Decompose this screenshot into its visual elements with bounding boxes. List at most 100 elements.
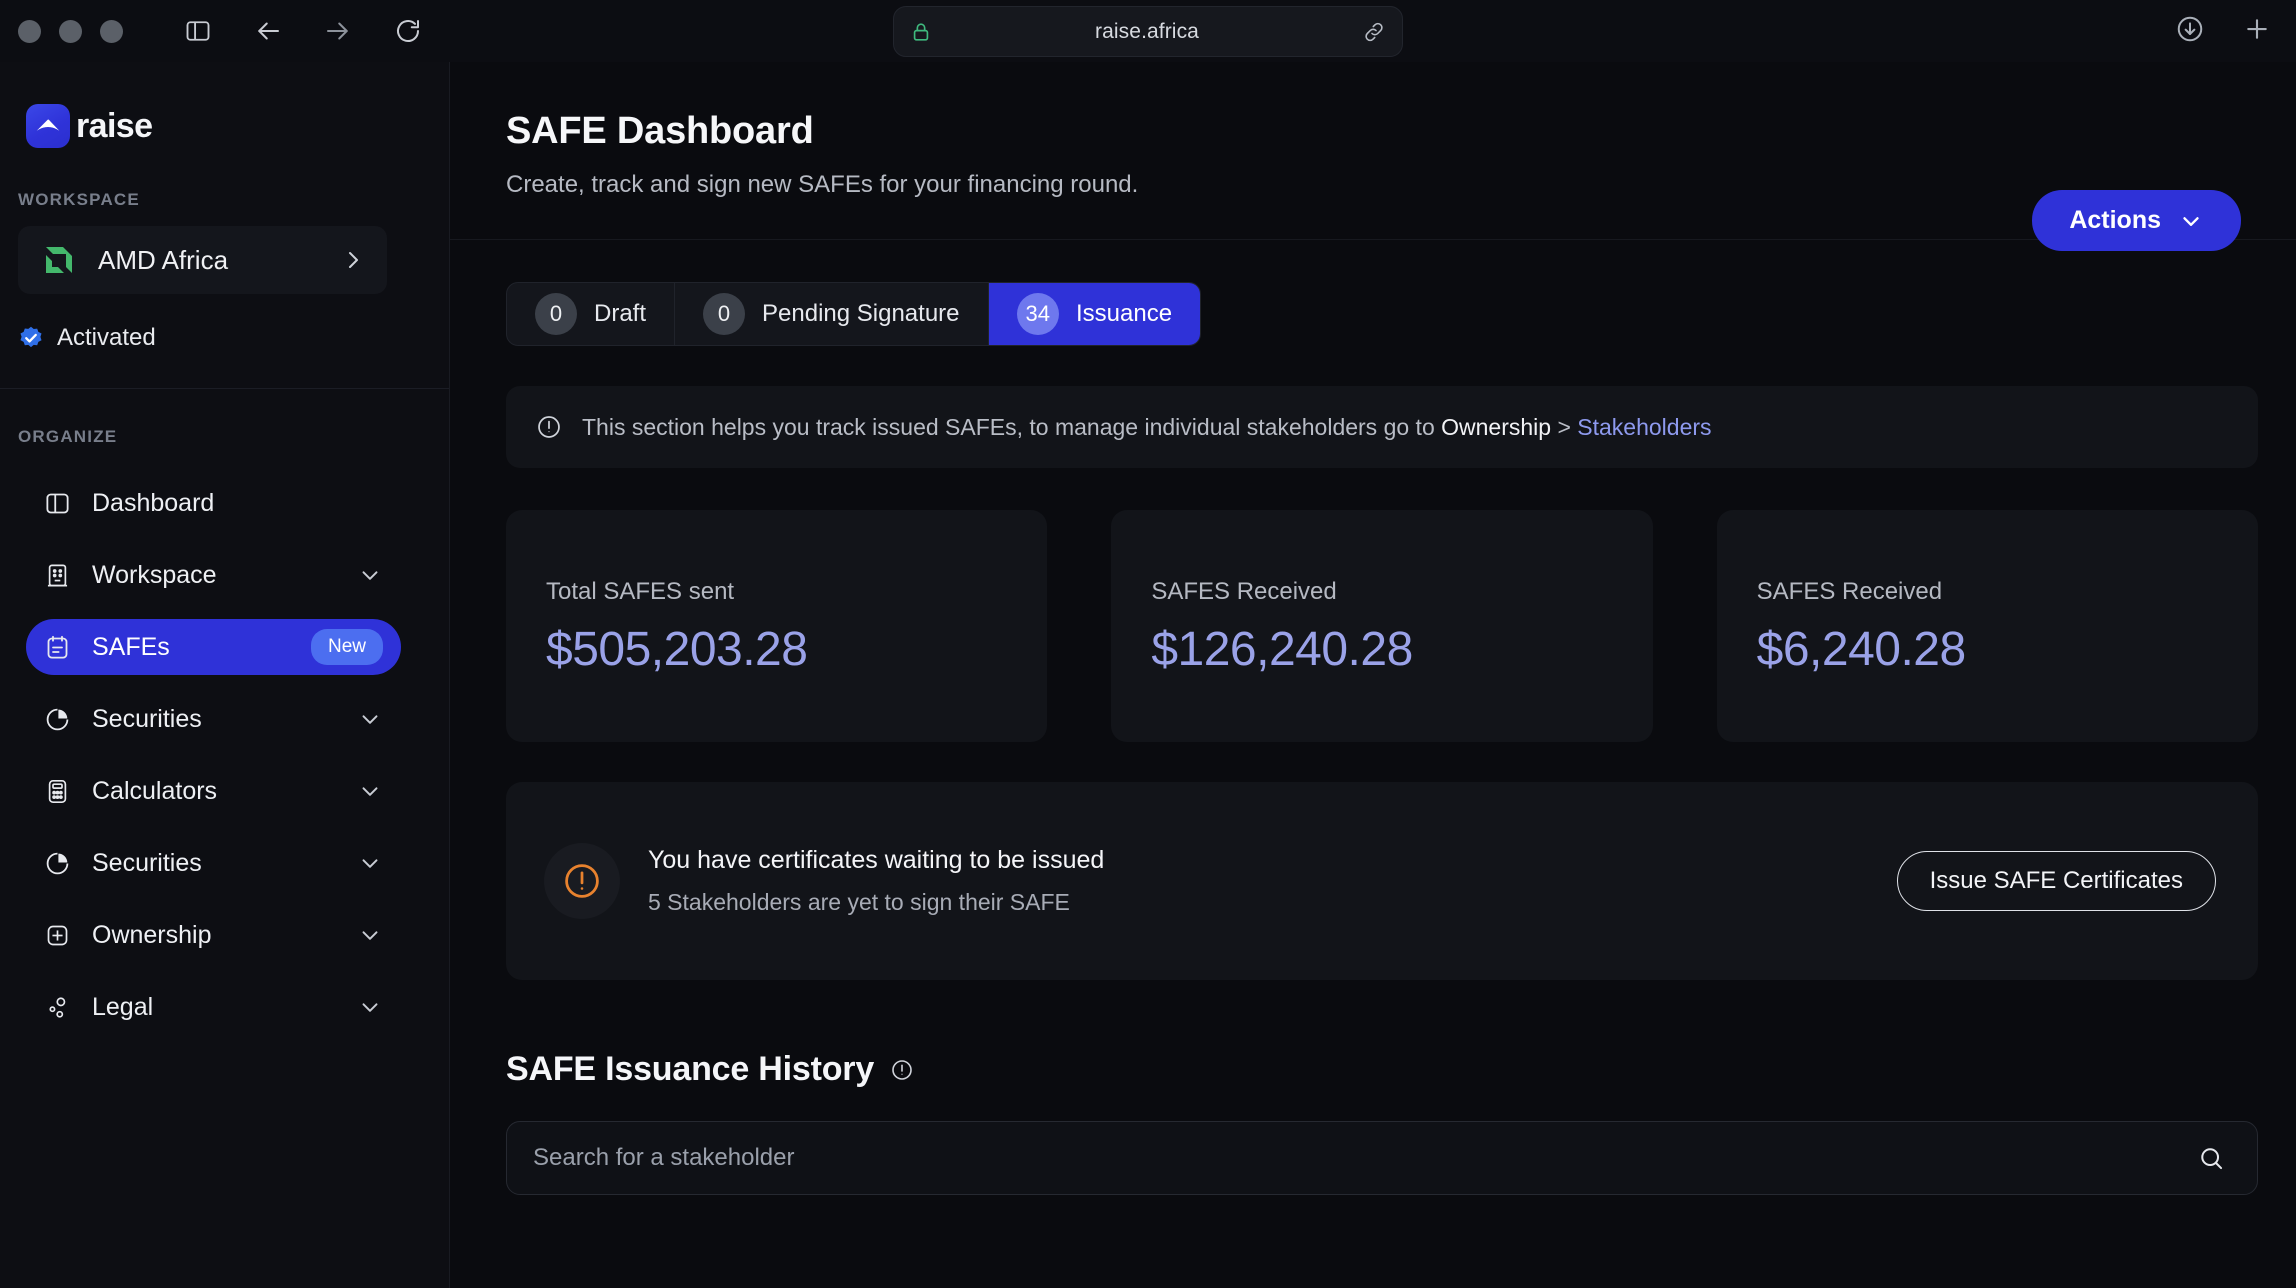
header-divider (450, 239, 2296, 240)
sidebar-item-workspace[interactable]: Workspace (26, 547, 401, 603)
sidebar-nav: Dashboard Workspace SAFEs New Securities… (0, 475, 449, 1035)
stat-card-safes-received-1: SAFES Received $126,240.28 (1111, 510, 1653, 742)
maximize-window-button[interactable] (100, 19, 123, 43)
sidebar-item-label: Securities (92, 848, 202, 877)
history-header: SAFE Issuance History (506, 1050, 2296, 1089)
chevron-right-icon (341, 248, 365, 272)
page-subtitle: Create, track and sign new SAFEs for you… (506, 171, 1139, 198)
alert-title: You have certificates waiting to be issu… (648, 846, 1105, 874)
info-banner-separator: > (1551, 413, 1578, 440)
search-icon[interactable] (2198, 1145, 2225, 1172)
stakeholder-search[interactable] (506, 1121, 2258, 1195)
sidebar-item-label: Securities (92, 704, 202, 733)
plus-icon[interactable] (2240, 12, 2274, 46)
stakeholders-link[interactable]: Stakeholders (1577, 414, 1711, 440)
circle-info-icon[interactable] (890, 1058, 914, 1082)
issue-safe-certificates-button[interactable]: Issue SAFE Certificates (1896, 851, 2216, 911)
search-input[interactable] (533, 1144, 2198, 1172)
close-window-button[interactable] (18, 19, 41, 43)
tab-label: Pending Signature (762, 300, 960, 327)
actions-button[interactable]: Actions (2032, 190, 2241, 251)
tab-count: 34 (1016, 293, 1059, 335)
organize-section-label: ORGANIZE (18, 427, 118, 446)
browser-nav-controls (181, 14, 425, 48)
chevron-down-icon[interactable] (357, 562, 383, 588)
history-title: SAFE Issuance History (506, 1050, 875, 1088)
sidebar-item-label: Dashboard (92, 488, 215, 517)
activation-status-label: Activated (57, 324, 156, 351)
tab-count: 0 (535, 293, 577, 335)
workspace-section-label: WORKSPACE (18, 190, 140, 209)
building-icon (42, 560, 72, 590)
address-bar[interactable]: raise.africa (893, 6, 1403, 57)
stat-label: SAFES Received (1151, 578, 1337, 605)
page-title: SAFE Dashboard (506, 110, 814, 152)
info-banner-text-before: This section helps you track issued SAFE… (582, 413, 1442, 440)
workspace-name: AMD Africa (98, 244, 229, 275)
sidebar-item-label: Calculators (92, 776, 218, 805)
lock-icon (910, 21, 932, 43)
chevron-down-icon[interactable] (357, 706, 383, 732)
brand-logo[interactable]: raise (0, 62, 449, 148)
nodes-icon (42, 992, 72, 1022)
pie-chart-icon (42, 704, 72, 734)
stat-value: $126,240.28 (1151, 623, 1413, 676)
pie-chart-icon (42, 848, 72, 878)
pending-certificates-alert: You have certificates waiting to be issu… (506, 782, 2258, 980)
link-share-icon[interactable] (1362, 20, 1386, 44)
sidebar-item-badge: New (310, 629, 383, 665)
tab-draft[interactable]: 0 Draft (507, 283, 676, 345)
workspace-switcher[interactable]: AMD Africa (18, 226, 387, 294)
sidebar-item-securities-1[interactable]: Securities (26, 691, 401, 747)
minimize-window-button[interactable] (59, 19, 82, 43)
alert-subtitle: 5 Stakeholders are yet to sign their SAF… (648, 889, 1070, 915)
stat-value: $6,240.28 (1756, 623, 1967, 676)
stat-value: $505,203.28 (546, 623, 808, 676)
back-arrow-icon[interactable] (251, 14, 285, 48)
calculator-icon (42, 776, 72, 806)
info-banner-text: This section helps you track issued SAFE… (582, 414, 1712, 441)
app-root: raise WORKSPACE AMD Africa Activated ORG… (0, 62, 2296, 1288)
stat-label: Total SAFES sent (546, 578, 735, 605)
info-banner: This section helps you track issued SAFE… (506, 386, 2258, 468)
sidebar-divider (0, 388, 449, 389)
panel-icon (42, 488, 72, 518)
sidebar-item-label: SAFEs (92, 632, 170, 661)
sidebar-item-dashboard[interactable]: Dashboard (26, 475, 401, 531)
sidebar-item-ownership[interactable]: Ownership (26, 907, 401, 963)
sidebar: raise WORKSPACE AMD Africa Activated ORG… (0, 62, 450, 1288)
chevron-down-icon[interactable] (357, 850, 383, 876)
warning-circle-icon (544, 843, 620, 919)
main-content: SAFE Dashboard Create, track and sign ne… (450, 62, 2296, 1288)
circle-alert-icon (536, 414, 562, 440)
sidebar-item-calculators[interactable]: Calculators (26, 763, 401, 819)
tab-count: 0 (703, 293, 746, 335)
alert-text-block: You have certificates waiting to be issu… (648, 846, 1897, 916)
tab-pending-signature[interactable]: 0 Pending Signature (675, 283, 989, 345)
info-banner-strong: Ownership (1441, 413, 1552, 440)
grid-icon (42, 920, 72, 950)
sidebar-toggle-icon[interactable] (181, 14, 215, 48)
sidebar-item-legal[interactable]: Legal (26, 979, 401, 1035)
chevron-down-icon[interactable] (357, 922, 383, 948)
reload-icon[interactable] (391, 14, 425, 48)
tab-label: Issuance (1075, 300, 1173, 327)
chevron-down-icon[interactable] (357, 994, 383, 1020)
status-tabs: 0 Draft 0 Pending Signature 34 Issuance (506, 282, 1202, 346)
stat-label: SAFES Received (1756, 578, 1943, 605)
sidebar-item-label: Ownership (92, 920, 212, 949)
forward-arrow-icon[interactable] (321, 14, 355, 48)
sidebar-item-securities-2[interactable]: Securities (26, 835, 401, 891)
url-text: raise.africa (1095, 19, 1199, 43)
stat-card-total-safes-sent: Total SAFES sent $505,203.28 (506, 510, 1048, 742)
browser-right-controls (2173, 12, 2274, 46)
activation-status: Activated (18, 324, 449, 352)
chevron-down-icon (2178, 208, 2204, 234)
brand-name: raise (76, 106, 153, 145)
chevron-down-icon[interactable] (357, 778, 383, 804)
tab-issuance[interactable]: 34 Issuance (988, 283, 1201, 345)
page-header: SAFE Dashboard Create, track and sign ne… (450, 62, 2296, 199)
sidebar-item-safes[interactable]: SAFEs New (26, 619, 401, 675)
window-traffic-lights (18, 19, 123, 43)
download-icon[interactable] (2173, 12, 2207, 46)
